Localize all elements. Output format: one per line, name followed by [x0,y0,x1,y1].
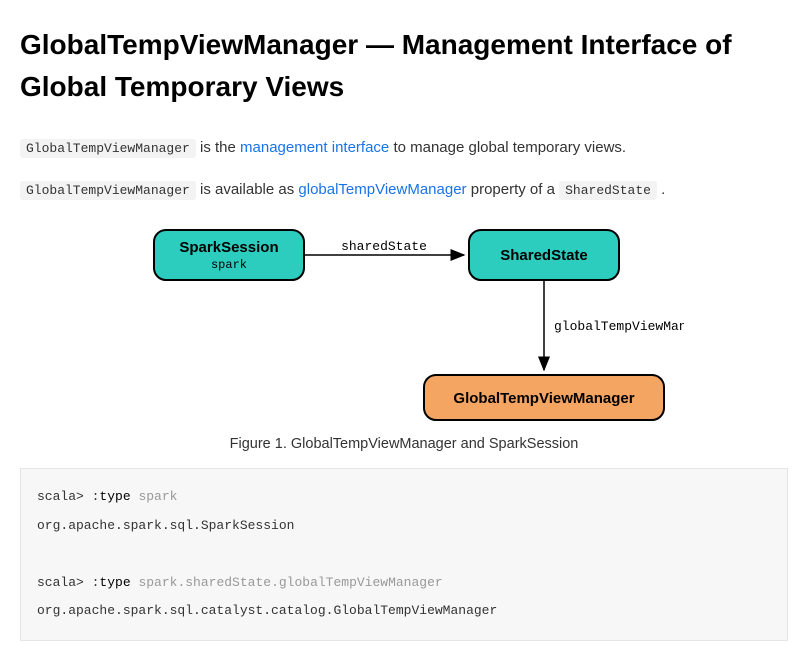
code-inline: SharedState [559,181,657,200]
text: is the [196,139,240,156]
diagram-gtvm-label: GlobalTempViewManager [453,390,634,407]
code-line: scala> :type spark.sharedState.globalTem… [37,575,443,590]
paragraph-1: GlobalTempViewManager is the management … [20,136,788,160]
diagram-sparksession-sublabel: spark [211,258,247,272]
code-line: org.apache.spark.sql.catalyst.catalog.Gl… [37,603,497,618]
page-title: GlobalTempViewManager — Management Inter… [20,24,788,108]
link-management-interface[interactable]: management interface [240,139,389,156]
code-line: org.apache.spark.sql.SparkSession [37,518,294,533]
code-inline: GlobalTempViewManager [20,181,196,200]
text: is available as [196,181,299,198]
code-block: scala> :type spark org.apache.spark.sql.… [20,468,788,641]
figure-caption: Figure 1. GlobalTempViewManager and Spar… [20,436,788,452]
code-inline: GlobalTempViewManager [20,139,196,158]
paragraph-2: GlobalTempViewManager is available as gl… [20,178,788,202]
text: property of a [467,181,560,198]
diagram-sharedstate-edge-label: sharedState [341,239,427,254]
link-globaltempviewmanager[interactable]: globalTempViewManager [298,181,466,198]
diagram-sparksession-label: SparkSession [179,239,278,256]
architecture-diagram: SparkSession spark sharedState SharedSta… [124,220,684,430]
text: to manage global temporary views. [389,139,626,156]
diagram-gtvm-edge-label: globalTempViewManager [554,319,684,334]
text: . [657,181,665,198]
code-line: scala> :type spark [37,489,177,504]
diagram-sharedstate-label: SharedState [500,247,588,264]
